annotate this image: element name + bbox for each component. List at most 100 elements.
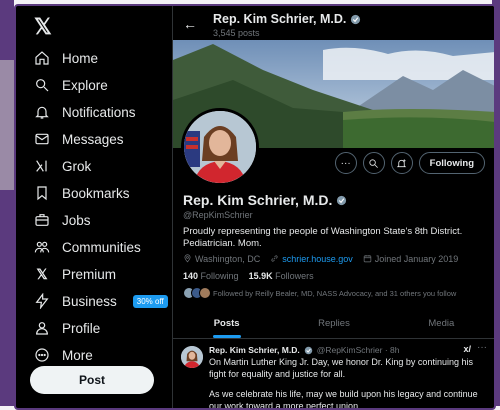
joined-text: Joined January 2019 xyxy=(374,254,459,264)
search-icon xyxy=(34,77,50,93)
sidebar-item-label: Business xyxy=(62,293,117,309)
profile-actions: ··· Following xyxy=(334,152,485,174)
discount-badge: 30% off xyxy=(132,294,168,308)
calendar-icon xyxy=(363,255,371,263)
followed-by-text: Followed by Reilly Bealer, MD, NASS Advo… xyxy=(213,288,457,298)
lightning-icon xyxy=(34,293,50,309)
back-arrow-icon[interactable]: ← xyxy=(183,16,197,32)
more-circle-icon xyxy=(34,347,50,363)
person-icon xyxy=(34,320,50,336)
x-logo-icon: 𝕏 xyxy=(36,265,48,282)
briefcase-icon xyxy=(34,212,50,228)
following-label: Following xyxy=(200,271,239,281)
followers-label: Followers xyxy=(275,271,314,281)
sidebar-item-label: Explore xyxy=(62,77,108,93)
notify-button[interactable] xyxy=(390,152,413,174)
verified-badge-icon xyxy=(304,346,312,354)
ellipsis-icon: ··· xyxy=(340,157,351,169)
profile-avatar[interactable] xyxy=(181,108,259,186)
bell-icon xyxy=(34,104,50,120)
tweet-avatar[interactable] xyxy=(181,346,203,368)
profile-name: Rep. Kim Schrier, M.D. xyxy=(183,192,347,208)
sidebar-item-label: Jobs xyxy=(62,212,91,228)
tweet-text: On Martin Luther King Jr. Day, we honor … xyxy=(209,357,489,410)
search-icon xyxy=(369,158,379,168)
sidebar-item-label: More xyxy=(62,347,93,363)
tweet-paragraph: As we celebrate his life, may we build u… xyxy=(209,389,478,410)
x-app-window: 𝕏 Home Explore Notifications Messages Gr… xyxy=(14,4,496,410)
tweet[interactable]: Rep. Kim Schrier, M.D. @RepKimSchrier · … xyxy=(173,340,494,410)
post-button[interactable]: Post xyxy=(30,366,154,394)
location-text: Washington, DC xyxy=(195,254,261,264)
avatar-portrait xyxy=(184,111,256,183)
website-item[interactable]: schrier.house.gov xyxy=(270,254,353,264)
tab-media[interactable]: Media xyxy=(388,308,494,338)
followers-count: 15.9K xyxy=(248,271,273,281)
avatar xyxy=(199,287,211,299)
follower-avatars xyxy=(183,287,211,299)
following-button[interactable]: Following xyxy=(418,152,485,174)
x-logo-icon[interactable]: 𝕏 xyxy=(34,14,52,40)
tweet-handle-time: @RepKimSchrier · 8h xyxy=(316,345,400,355)
bookmark-icon xyxy=(34,185,50,201)
sidebar-item-grok[interactable]: Grok xyxy=(34,154,91,178)
sidebar-item-bookmarks[interactable]: Bookmarks xyxy=(34,181,130,205)
verified-badge-icon xyxy=(351,14,361,24)
sidebar-item-label: Messages xyxy=(62,131,124,147)
profile-tabs: Posts Replies Media xyxy=(173,308,494,339)
following-stat[interactable]: 140 Following xyxy=(183,271,239,281)
avatar-portrait xyxy=(181,346,203,368)
sidebar-nav: 𝕏 Home Explore Notifications Messages Gr… xyxy=(16,6,170,408)
bell-plus-icon xyxy=(397,158,407,167)
sidebar-item-more[interactable]: More xyxy=(34,343,93,367)
sidebar-item-home[interactable]: Home xyxy=(34,46,98,70)
profile-meta: Washington, DC schrier.house.gov Joined … xyxy=(183,254,458,264)
people-icon xyxy=(34,239,50,255)
sidebar-item-jobs[interactable]: Jobs xyxy=(34,208,91,232)
sidebar-item-label: Home xyxy=(62,50,99,66)
sidebar-item-messages[interactable]: Messages xyxy=(34,127,124,151)
profile-column: ← Rep. Kim Schrier, M.D. 3,545 posts ···… xyxy=(172,6,494,410)
website-link[interactable]: schrier.house.gov xyxy=(282,254,353,264)
tab-posts[interactable]: Posts xyxy=(173,308,280,338)
verified-badge-icon xyxy=(337,195,347,205)
profile-name-text: Rep. Kim Schrier, M.D. xyxy=(183,192,333,208)
location-item: Washington, DC xyxy=(183,254,260,264)
home-icon xyxy=(34,50,50,66)
grok-icon[interactable]: x/ xyxy=(463,344,471,354)
followed-by[interactable]: Followed by Reilly Bealer, MD, NASS Advo… xyxy=(183,287,456,299)
header-name: Rep. Kim Schrier, M.D. xyxy=(213,12,361,26)
profile-handle: @RepKimSchrier xyxy=(183,210,253,220)
followers-stat[interactable]: 15.9K Followers xyxy=(249,271,314,281)
sidebar-item-label: Notifications xyxy=(62,104,136,120)
sidebar-item-explore[interactable]: Explore xyxy=(34,73,108,97)
sidebar-item-label: Grok xyxy=(62,158,92,174)
tab-replies[interactable]: Replies xyxy=(280,308,387,338)
profile-header-bar: ← Rep. Kim Schrier, M.D. 3,545 posts xyxy=(173,6,494,40)
joined-item: Joined January 2019 xyxy=(363,254,459,264)
sidebar-item-premium[interactable]: 𝕏 Premium xyxy=(34,262,116,286)
follow-stats: 140 Following 15.9K Followers xyxy=(183,271,314,281)
sidebar-item-profile[interactable]: Profile xyxy=(34,316,100,340)
mail-icon xyxy=(34,131,50,147)
ellipsis-icon[interactable]: ··· xyxy=(477,342,487,353)
sidebar-item-communities[interactable]: Communities xyxy=(34,235,141,259)
sidebar-item-business[interactable]: Business 30% off xyxy=(34,289,168,313)
profile-bio: Proudly representing the people of Washi… xyxy=(183,226,463,249)
tweet-header: Rep. Kim Schrier, M.D. @RepKimSchrier · … xyxy=(209,345,400,355)
sidebar-item-label: Premium xyxy=(62,266,117,282)
search-profile-button[interactable] xyxy=(362,152,385,174)
sidebar-item-notifications[interactable]: Notifications xyxy=(34,100,136,124)
location-pin-icon xyxy=(184,254,191,263)
sidebar-item-label: Communities xyxy=(62,239,141,255)
link-icon xyxy=(271,255,278,262)
posts-count: 3,545 posts xyxy=(213,28,260,38)
backdrop-band xyxy=(0,60,14,190)
sidebar-item-label: Bookmarks xyxy=(62,185,130,201)
more-options-button[interactable]: ··· xyxy=(334,152,357,174)
sidebar-item-label: Profile xyxy=(62,320,101,336)
grok-icon xyxy=(34,158,50,174)
tweet-author-name[interactable]: Rep. Kim Schrier, M.D. xyxy=(209,345,300,355)
following-count: 140 xyxy=(183,271,199,281)
header-name-text: Rep. Kim Schrier, M.D. xyxy=(213,12,347,26)
